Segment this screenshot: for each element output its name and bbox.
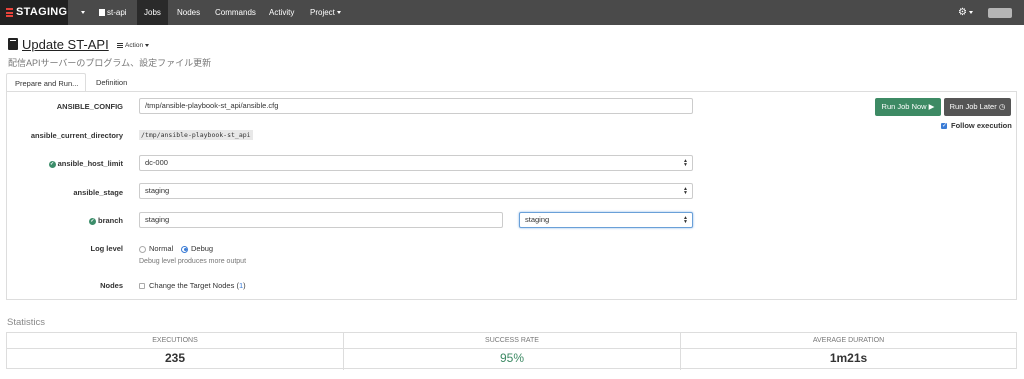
branch-label-text: branch: [97, 216, 123, 225]
ansible-host-limit-label: ✓ ansible_host_limit: [48, 159, 123, 168]
play-icon: ▶: [928, 102, 935, 111]
ansible-host-limit-label-text: ansible_host_limit: [57, 159, 123, 168]
run-job-now-label: Run Job Now: [881, 102, 927, 111]
stat-success-rate: SUCCESS RATE 95%: [344, 333, 681, 370]
project-switcher-dropdown[interactable]: [72, 0, 92, 25]
select-arrows-icon: ▲ ▼: [683, 186, 688, 196]
change-target-nodes-checkbox[interactable]: Change the Target Nodes (1): [139, 281, 246, 290]
select-arrows-icon: ▲ ▼: [683, 215, 688, 225]
stat-executions-value: 235: [164, 351, 186, 365]
statistics-heading: Statistics: [7, 317, 46, 328]
document-icon: [8, 38, 18, 50]
action-dropdown[interactable]: Action: [117, 42, 150, 49]
ansible-config-label: ANSIBLE_CONFIG: [56, 102, 123, 111]
stat-executions: EXECUTIONS 235: [7, 333, 344, 370]
log-level-normal-radio[interactable]: Normal: [139, 244, 173, 253]
log-level-label: Log level: [90, 244, 123, 253]
branch-label: ✓ branch: [88, 216, 123, 225]
clock-icon: ◷: [998, 102, 1006, 111]
check-circle-icon: ✓: [48, 160, 56, 168]
ansible-config-input[interactable]: /tmp/ansible-playbook-st_api/ansible.cfg: [139, 98, 693, 114]
job-description: 配信APIサーバーのプログラム、設定ファイル更新: [8, 58, 212, 68]
stat-success-rate-label: SUCCESS RATE: [344, 333, 680, 349]
tab-definition[interactable]: Definition: [88, 73, 135, 92]
radio-checked-icon: [181, 245, 188, 253]
ansible-host-limit-value: dc-000: [145, 158, 168, 167]
ansible-stage-select[interactable]: staging ▲ ▼: [139, 183, 693, 199]
checkbox-unchecked-icon: [139, 283, 145, 290]
log-level-debug-radio[interactable]: Debug: [181, 244, 213, 253]
brand-name: STAGING: [16, 6, 68, 18]
gear-icon[interactable]: ⚙: [958, 7, 973, 18]
page-title[interactable]: Update ST-API: [22, 37, 109, 52]
chevron-down-icon: [81, 11, 85, 15]
nav-project-menu-label: Project: [310, 8, 335, 17]
nav-nodes[interactable]: Nodes: [170, 0, 207, 25]
select-arrows-icon: ▲ ▼: [683, 158, 688, 168]
stat-success-rate-value: 95%: [499, 351, 525, 365]
stat-average-duration: AVERAGE DURATION 1m21s: [681, 333, 1016, 370]
branch-select-value: staging: [525, 215, 550, 224]
stat-executions-label: EXECUTIONS: [7, 333, 343, 349]
nav-commands[interactable]: Commands: [208, 0, 263, 25]
rundeck-logo-icon: [6, 8, 14, 17]
ansible-stage-value: staging: [145, 186, 170, 195]
check-circle-icon: ✓: [88, 217, 96, 225]
nodes-label: Nodes: [100, 281, 123, 290]
nav-jobs[interactable]: Jobs: [137, 0, 168, 25]
change-target-nodes-label: Change the Target Nodes: [149, 281, 235, 290]
top-navbar: STAGING st-api Jobs Nodes Commands Activ…: [0, 0, 1024, 25]
follow-execution-label: Follow execution: [951, 121, 1012, 130]
ansible-current-directory-label: ansible_current_directory: [30, 131, 123, 140]
branch-select[interactable]: staging ▲ ▼: [519, 212, 693, 228]
checkbox-checked-icon: [941, 122, 947, 130]
stat-average-duration-label: AVERAGE DURATION: [681, 333, 1016, 349]
nav-project-menu[interactable]: Project: [303, 0, 348, 25]
nav-activity[interactable]: Activity: [262, 0, 301, 25]
document-icon: [99, 9, 105, 17]
run-job-later-label: Run Job Later: [949, 102, 997, 111]
ansible-current-directory-value: /tmp/ansible-playbook-st_api: [139, 130, 253, 140]
tab-prepare-and-run[interactable]: Prepare and Run...: [6, 73, 86, 92]
statistics-table: EXECUTIONS 235 SUCCESS RATE 95% AVERAGE …: [6, 332, 1017, 370]
log-level-hint: Debug level produces more output: [139, 258, 247, 265]
action-label: Action: [125, 42, 144, 49]
branch-text-input[interactable]: staging: [139, 212, 503, 228]
chevron-down-icon: [968, 10, 973, 14]
stat-average-duration-value: 1m21s: [829, 351, 868, 365]
run-job-later-button[interactable]: Run Job Later ◷: [944, 98, 1011, 116]
radio-unchecked-icon: [139, 245, 146, 253]
ansible-stage-label: ansible_stage: [73, 188, 123, 197]
chevron-down-icon: [145, 43, 150, 47]
follow-execution-checkbox[interactable]: Follow execution: [941, 121, 1012, 130]
nodes-count-close: ): [243, 281, 246, 290]
chevron-down-icon: [336, 11, 341, 15]
user-menu[interactable]: [988, 8, 1012, 18]
run-job-now-button[interactable]: Run Job Now ▶: [875, 98, 941, 116]
nav-project-label: st-api: [107, 8, 127, 17]
tab-bar: Prepare and Run... Definition: [6, 73, 1017, 92]
list-icon: [117, 42, 123, 48]
log-level-normal-label: Normal: [149, 244, 174, 253]
ansible-host-limit-select[interactable]: dc-000 ▲ ▼: [139, 155, 693, 171]
log-level-debug-label: Debug: [191, 244, 214, 253]
brand-logo[interactable]: STAGING: [0, 0, 68, 25]
nav-project-home[interactable]: st-api: [92, 0, 134, 25]
